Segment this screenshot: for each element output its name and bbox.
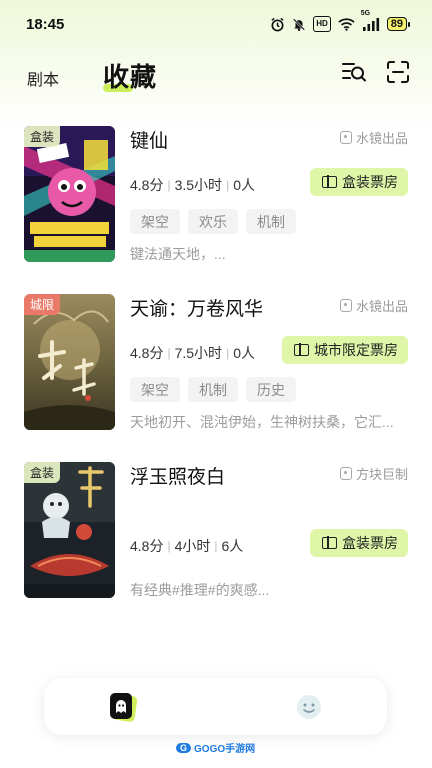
poster-image[interactable]: 盒装: [24, 126, 115, 262]
bottom-nav: [44, 678, 387, 735]
meta-separator: |: [167, 539, 171, 553]
meta-separator: |: [167, 346, 171, 360]
publisher-icon: [339, 131, 352, 144]
tag[interactable]: 机制: [188, 377, 238, 402]
signal-icon: 5G: [361, 10, 380, 32]
box-office-label: 盒装票房: [342, 174, 398, 190]
battery-level: 89: [386, 17, 407, 31]
script-description: 键法通天地，...: [130, 246, 226, 262]
alarm-icon: [270, 16, 285, 32]
meta-separator: |: [226, 178, 230, 192]
publisher-name: 方块巨制: [355, 467, 408, 482]
search-list-button[interactable]: [340, 58, 368, 86]
publisher-icon: [339, 299, 352, 312]
script-title: 键仙: [130, 131, 169, 152]
script-card[interactable]: 盒装 键仙 水镜出品 4.8分 | 3.5小时 | 0人 盒装票房 架空 欢乐 …: [24, 118, 414, 262]
box-office-button[interactable]: 盒装票房: [310, 168, 408, 196]
nav-home[interactable]: [106, 690, 140, 724]
status-time: 18:45: [26, 16, 65, 33]
search-list-icon: [342, 63, 366, 82]
box-office-button[interactable]: 盒装票房: [310, 529, 408, 557]
battery-indicator: 89: [386, 17, 410, 31]
poster-image[interactable]: 城限: [24, 294, 115, 430]
script-meta: 4.8分 | 7.5小时 | 0人: [130, 343, 255, 363]
poster-badge: 城限: [24, 294, 61, 315]
box-office-label: 盒装票房: [342, 535, 398, 551]
score: 4.8分: [130, 345, 164, 361]
tab-script[interactable]: 剧本: [27, 66, 59, 90]
tab-favorites-label: 收藏: [103, 62, 158, 92]
meta-separator: |: [226, 346, 230, 360]
duration: 7.5小时: [174, 345, 223, 361]
tag-list: 架空 欢乐 机制: [130, 209, 296, 234]
players: 0人: [233, 177, 255, 193]
duration: 4小时: [174, 538, 211, 554]
publisher: 方块巨制: [339, 464, 408, 483]
meta-separator: |: [214, 539, 218, 553]
box-office-button[interactable]: 城市限定票房: [282, 336, 408, 364]
duration: 3.5小时: [174, 177, 223, 193]
script-card[interactable]: 盒装 浮玉照夜白 方块巨制 4.8分 | 4小时 | 6人 盒装票房 有经典#推…: [24, 454, 414, 598]
tag[interactable]: 欢乐: [188, 209, 238, 234]
top-header: 剧本 收藏: [0, 50, 432, 102]
face-icon: [297, 695, 321, 719]
script-description: 有经典#推理#的爽感...: [130, 582, 270, 598]
battery-cap: [408, 21, 410, 27]
scan-icon: [387, 61, 409, 83]
poster-badge: 盒装: [24, 462, 61, 483]
tag[interactable]: 机制: [246, 209, 296, 234]
publisher-icon: [339, 467, 352, 480]
status-bar: 18:45 HD 5G 89: [0, 0, 432, 50]
publisher-name: 水镜出品: [355, 131, 408, 146]
poster-image[interactable]: 盒装: [24, 462, 115, 598]
tag[interactable]: 架空: [130, 377, 180, 402]
watermark-logo: G: [176, 742, 192, 753]
scan-button[interactable]: [384, 58, 412, 86]
publisher: 水镜出品: [339, 296, 408, 315]
publisher: 水镜出品: [339, 128, 408, 147]
script-description: 天地初开、混沌伊始，生神树扶桑，它汇...: [130, 414, 394, 430]
script-card[interactable]: 城限 天谕：万卷风华 水镜出品 4.8分 | 7.5小时 | 0人 城市限定票房…: [24, 286, 414, 430]
tab-favorites[interactable]: 收藏: [103, 57, 157, 94]
watermark: G GOGO手游网: [176, 740, 255, 755]
score: 4.8分: [130, 538, 164, 554]
meta-separator: |: [167, 178, 171, 192]
score: 4.8分: [130, 177, 164, 193]
script-meta: 4.8分 | 3.5小时 | 0人: [130, 175, 255, 195]
publisher-name: 水镜出品: [355, 299, 408, 314]
network-type: 5G: [360, 10, 371, 17]
wifi-icon: [338, 16, 355, 32]
ticket-icon: [322, 536, 337, 549]
script-title: 天谕：万卷风华: [130, 299, 264, 320]
tag-list: 架空 机制 历史: [130, 377, 296, 402]
status-icons: HD 5G 89: [270, 10, 410, 32]
box-office-label: 城市限定票房: [314, 342, 398, 358]
players: 6人: [221, 538, 244, 554]
tag[interactable]: 架空: [130, 209, 180, 234]
players: 0人: [233, 345, 255, 361]
ticket-icon: [294, 343, 309, 356]
script-title: 浮玉照夜白: [130, 467, 226, 488]
nav-profile[interactable]: [292, 690, 326, 724]
hd-badge: HD: [313, 16, 331, 32]
home-ghost-icon: [110, 693, 138, 722]
mute-bell-icon: [292, 16, 306, 32]
tag[interactable]: 历史: [246, 377, 296, 402]
watermark-text: GOGO手游网: [194, 744, 256, 755]
script-meta: 4.8分 | 4小时 | 6人: [130, 536, 243, 556]
ticket-icon: [322, 175, 337, 188]
poster-badge: 盒装: [24, 126, 61, 147]
